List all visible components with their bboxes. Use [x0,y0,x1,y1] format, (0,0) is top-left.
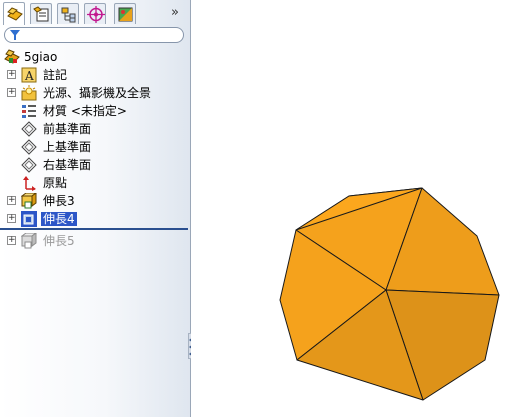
plane-icon [21,121,37,137]
tab-featuremanager[interactable] [3,2,25,25]
tree-filter-input[interactable] [25,28,175,42]
svg-text:A: A [24,69,34,83]
tree-item-label: 材質 <未指定> [43,104,127,118]
tree-item-label: 註記 [43,68,68,82]
tab-overflow-button[interactable]: » [167,4,183,22]
tab-dimxpert[interactable] [84,3,106,24]
origin-icon [21,175,37,191]
graphics-area[interactable] [191,0,514,417]
tree-item-extrude4[interactable]: + 伸長4 [0,210,190,228]
tree-item-label: 上基準面 [43,140,92,154]
tree-item-annotations[interactable]: + A 註記 [0,66,190,84]
extrude-icon [21,233,37,249]
tree-item-extrude5[interactable]: + 伸長5 [0,232,190,250]
tree-filter-field[interactable] [4,27,184,43]
tree-root-label: 5giao [24,50,58,64]
dimxpert-icon [87,6,105,23]
tree-item-label: 右基準面 [43,158,92,172]
tree-item-label: 伸長3 [43,194,75,208]
material-icon [21,103,37,119]
expand-toggle[interactable]: + [7,236,16,245]
expand-toggle[interactable]: + [7,196,16,205]
lights-icon [21,85,37,101]
extrude-icon [21,193,37,209]
expand-toggle[interactable]: + [7,214,16,223]
plane-icon [21,157,37,173]
tree-item-origin[interactable]: 原點 [0,174,190,192]
plane-icon [21,139,37,155]
featuremanager-icon [7,7,23,21]
tree-item-front-plane[interactable]: 前基準面 [0,120,190,138]
feature-manager-panel: » 5giao + A 註記 + 光源、攝影機及全景 材質 <未指定> 前基準面… [0,0,196,417]
configurationmanager-icon [61,7,76,23]
tree-item-lights-cameras[interactable]: + 光源、攝影機及全景 [0,84,190,102]
expand-toggle[interactable]: + [7,88,16,97]
expand-toggle[interactable]: + [7,70,16,79]
tree-item-label: 原點 [43,176,68,190]
tree-root[interactable]: 5giao [0,48,190,66]
tab-display-manager[interactable] [114,3,136,24]
part-icon [4,49,20,65]
annotations-icon: A [21,67,37,83]
display-manager-icon [118,7,133,22]
tree-item-label: 伸長4 [41,212,77,226]
tree-item-extrude3[interactable]: + 伸長3 [0,192,190,210]
tree-item-label: 前基準面 [43,122,92,136]
tree-item-right-plane[interactable]: 右基準面 [0,156,190,174]
tree-item-label: 光源、攝影機及全景 [43,86,152,100]
tab-propertymanager[interactable] [30,3,52,24]
extrude-icon [21,211,37,227]
model-view[interactable] [191,0,514,417]
rollback-bar[interactable] [0,228,188,230]
tree-item-top-plane[interactable]: 上基準面 [0,138,190,156]
tab-configurationmanager[interactable] [57,3,79,24]
panel-tab-bar: » [0,0,190,26]
propertymanager-icon [33,6,49,22]
filter-icon [10,30,20,40]
tree-item-label: 伸長5 [43,234,75,248]
tree-item-material[interactable]: 材質 <未指定> [0,102,190,120]
